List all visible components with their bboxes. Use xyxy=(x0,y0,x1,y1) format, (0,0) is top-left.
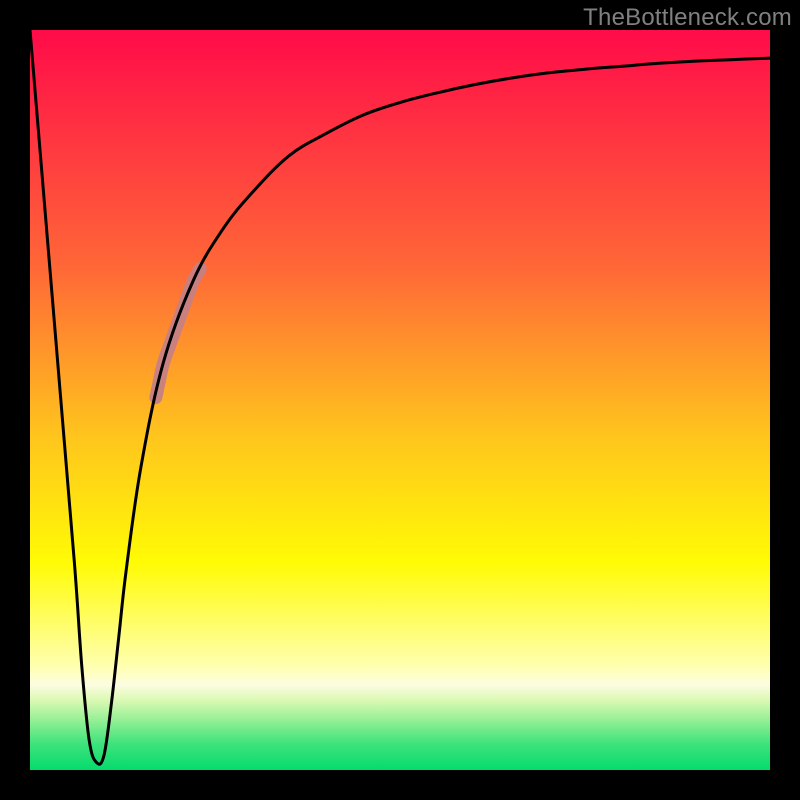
chart-frame: TheBottleneck.com xyxy=(0,0,800,800)
plot-area xyxy=(30,30,770,770)
plot-svg xyxy=(30,30,770,770)
gradient-background xyxy=(30,30,770,770)
watermark-text: TheBottleneck.com xyxy=(583,4,792,32)
